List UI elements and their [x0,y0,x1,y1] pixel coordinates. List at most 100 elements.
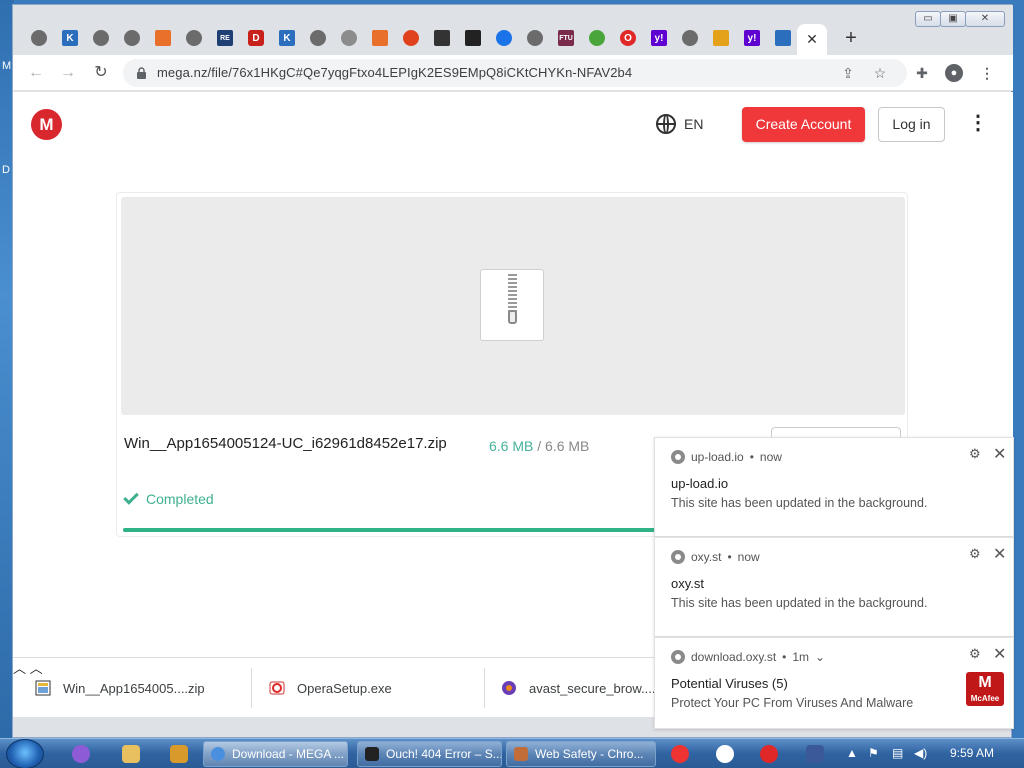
folder-icon[interactable] [122,745,140,763]
notification-source: download.oxy.st • 1m ⌄ [671,650,825,664]
media-player-icon[interactable] [170,745,188,763]
browser-toolbar: ← → ↻ mega.nz/file/76x1HKgC#Qe7yqgFtxo4L… [13,55,1013,91]
tab[interactable]: O [614,24,642,52]
chrome-icon [671,450,685,464]
login-button[interactable]: Log in [878,107,945,142]
profile-avatar-icon[interactable]: ● [945,64,963,82]
notification-card[interactable]: download.oxy.st • 1m ⌄ ⚙ ✕ Potential Viruse… [654,637,1014,729]
notification-title: Potential Viruses (5) [671,676,788,691]
desktop-letter: D [2,164,10,176]
tab[interactable]: y! [738,24,766,52]
tab[interactable] [335,24,363,52]
gear-icon[interactable]: ⚙ [969,646,981,662]
tab[interactable] [583,24,611,52]
flame-icon [496,30,512,46]
notification-title: oxy.st [671,576,704,591]
chrome-icon [671,550,685,564]
download-item[interactable]: avast_secure_brow....e [501,658,663,718]
create-account-button[interactable]: Create Account [742,107,865,142]
share-icon[interactable]: ⇪ [839,64,857,82]
maximize-button[interactable]: ▣ [940,11,966,27]
close-window-button[interactable]: ✕ [965,11,1005,27]
close-icon[interactable]: ✕ [993,544,1006,564]
notification-source: up-load.io • now [671,450,782,464]
facebook-icon[interactable] [806,745,824,763]
forward-icon[interactable]: → [57,62,79,84]
bookmark-star-icon[interactable]: ☆ [871,64,889,82]
tab[interactable]: K [273,24,301,52]
tab[interactable]: RE [211,24,239,52]
tab[interactable] [149,24,177,52]
yandex-browser-icon[interactable] [716,745,734,763]
mega-logo[interactable]: M [31,109,62,140]
tab[interactable] [459,24,487,52]
tab-close-icon[interactable]: ✕ [806,31,818,48]
tab[interactable]: y! [645,24,673,52]
download-filename: avast_secure_brow....e [529,680,663,696]
colorful-site-icon [713,30,729,46]
tab[interactable] [180,24,208,52]
app-icon[interactable] [72,745,90,763]
taskbar-window-404[interactable]: Ouch! 404 Error – S... [357,741,502,767]
gear-icon[interactable]: ⚙ [969,546,981,562]
notification-card[interactable]: oxy.st • now ⚙ ✕ oxy.st This site has been… [654,537,1014,637]
mcafee-logo: M McAfee [966,672,1004,706]
tab[interactable] [397,24,425,52]
tab[interactable]: FTU [552,24,580,52]
yahoo-icon: y! [651,30,667,46]
blocks-icon [775,30,791,46]
tab[interactable] [676,24,704,52]
tab[interactable] [490,24,518,52]
language-label: EN [684,116,704,132]
volume-icon[interactable]: ◀) [914,746,927,760]
tab[interactable] [25,24,53,52]
tab[interactable] [707,24,735,52]
back-icon[interactable]: ← [25,62,47,84]
start-button[interactable] [6,739,44,768]
chevron-down-icon[interactable]: ⌄ [815,650,825,664]
taskbar-window-mega[interactable]: Download - MEGA ... [203,741,348,767]
close-icon[interactable]: ✕ [993,444,1006,464]
notification-card[interactable]: up-load.io • now ⚙ ✕ up-load.io This site … [654,437,1014,537]
download-item[interactable]: OperaSetup.exe [269,658,392,718]
extensions-icon[interactable]: ✚ [913,64,931,82]
tab[interactable] [304,24,332,52]
language-selector[interactable]: EN [656,114,703,134]
url-text: mega.nz/file/76x1HKgC#Qe7yqgFtxo4LEPIgK2… [157,65,633,80]
minimize-button[interactable]: ▭ [915,11,941,27]
tab[interactable] [366,24,394,52]
globe-icon [186,30,202,46]
taskbar-window-websafety[interactable]: Web Safety - Chro... [506,741,656,767]
close-icon[interactable]: ✕ [993,644,1006,664]
network-icon[interactable]: ▤ [892,746,903,760]
globe-icon [682,30,698,46]
chevron-up-icon[interactable]: ︿ [13,661,26,676]
yahoo-icon: y! [744,30,760,46]
globe-icon [310,30,326,46]
flag-icon[interactable]: ⚑ [868,746,879,760]
chrome-menu-icon[interactable]: ⋮ [978,64,996,82]
tray-expand-icon[interactable]: ▲ [846,746,858,760]
tab[interactable] [428,24,456,52]
tab-active[interactable]: ✕ [797,24,827,55]
globe-icon [656,114,676,134]
reload-icon[interactable]: ↻ [90,62,112,84]
ftu-site-icon: FTU [558,30,574,46]
globe-icon [31,30,47,46]
yandex-icon[interactable] [671,745,689,763]
opera-icon[interactable] [760,745,778,763]
new-tab-button[interactable]: + [840,28,862,50]
tab[interactable] [521,24,549,52]
tab[interactable] [769,24,797,52]
tab[interactable] [118,24,146,52]
download-item[interactable]: Win__App1654005....zip [35,658,205,718]
utorrent-icon [589,30,605,46]
notification-title: up-load.io [671,476,729,491]
tab[interactable]: D [242,24,270,52]
address-bar[interactable]: mega.nz/file/76x1HKgC#Qe7yqgFtxo4LEPIgK2… [123,59,907,87]
gear-icon[interactable]: ⚙ [969,446,981,462]
tab[interactable] [87,24,115,52]
more-menu-icon[interactable]: ⋮ [968,113,988,134]
stack-icon [155,30,171,46]
tab[interactable]: K [56,24,84,52]
